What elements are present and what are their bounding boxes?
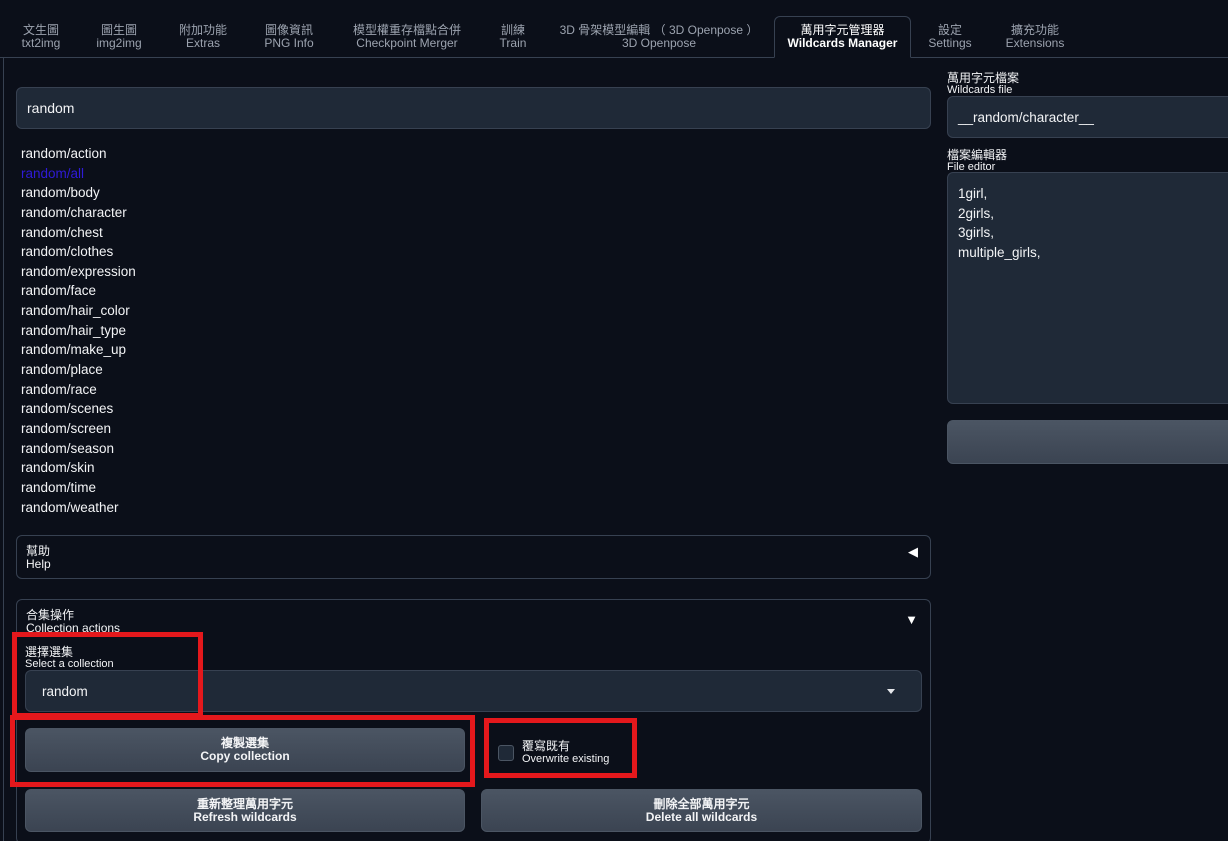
list-item[interactable]: random/action [21, 144, 421, 164]
help-accordion[interactable]: 幫助 Help ◀ [16, 535, 931, 579]
list-item[interactable]: random/hair_color [21, 301, 421, 321]
wildcard-search-input[interactable]: random [16, 87, 931, 129]
list-item[interactable]: random/weather [21, 498, 421, 518]
editor-label-zh: 檔案編輯器 [947, 148, 1008, 162]
file-label-zh: 萬用字元檔案 [947, 71, 1020, 85]
tab-img2img[interactable]: 圖生圖 img2img [90, 16, 148, 58]
tab-label-en: Extras [185, 36, 220, 50]
help-title: 幫助 Help [26, 545, 51, 571]
tab-3d-openpose[interactable]: 3D 骨架模型編輯 （ 3D Openpose ） 3D Openpose [558, 16, 760, 58]
list-item[interactable]: random/character [21, 203, 421, 223]
tab-train[interactable]: 訓練 Train [493, 16, 533, 58]
list-item[interactable]: random/place [21, 360, 421, 380]
wildcards-file-label: 萬用字元檔案 Wildcards file [947, 72, 1019, 96]
collapse-arrow-icon[interactable]: ◀ [908, 544, 918, 560]
highlight-box [12, 632, 203, 718]
tab-png-info[interactable]: 圖像資訊 PNG Info [258, 16, 320, 58]
tab-bar: 文生圖 txt2img 圖生圖 img2img 附加功能 Extras 圖像資訊… [0, 0, 1228, 58]
highlight-box [10, 715, 475, 787]
tab-extras[interactable]: 附加功能 Extras [172, 16, 234, 58]
caret-down-icon [887, 689, 895, 694]
help-title-en: Help [26, 557, 51, 571]
tab-label-en: PNG Info [264, 36, 314, 50]
tab-txt2img[interactable]: 文生圖 txt2img [16, 16, 66, 58]
button-label-zh: 刪除全部萬用字元 [653, 796, 750, 811]
button-label-en: Delete all wildcards [645, 809, 758, 824]
delete-all-wildcards-button[interactable]: 刪除全部萬用字元 Delete all wildcards [481, 789, 922, 832]
button-label-zh: 重新整理萬用字元 [196, 796, 293, 811]
list-item[interactable]: random/make_up [21, 340, 421, 360]
tab-label-en: Checkpoint Merger [356, 36, 458, 50]
tab-settings[interactable]: 設定 Settings [925, 16, 975, 58]
file-editor-label: 檔案編輯器 File editor [947, 149, 1007, 173]
list-item-selected[interactable]: random/all [21, 164, 421, 184]
list-item[interactable]: random/expression [21, 262, 421, 282]
wildcards-file-field[interactable]: __random/character__ [947, 96, 1228, 138]
tab-label-en: Settings [928, 36, 972, 50]
tab-checkpoint-merger[interactable]: 模型權重存檔點合併 Checkpoint Merger [344, 16, 470, 58]
list-item[interactable]: random/chest [21, 223, 421, 243]
search-input-value: random [27, 100, 75, 116]
list-item[interactable]: random/face [21, 281, 421, 301]
tab-wildcards-manager[interactable]: 萬用字元管理器 Wildcards Manager [774, 16, 911, 58]
file-field-value: __random/character__ [958, 109, 1094, 125]
tab-label-en: txt2img [21, 36, 61, 50]
list-item[interactable]: random/time [21, 478, 421, 498]
list-item[interactable]: random/race [21, 380, 421, 400]
list-item[interactable]: random/screen [21, 419, 421, 439]
list-item[interactable]: random/hair_type [21, 321, 421, 341]
list-item[interactable]: random/skin [21, 458, 421, 478]
tab-label-en: img2img [96, 36, 142, 50]
list-item[interactable]: random/scenes [21, 399, 421, 419]
expand-arrow-icon[interactable]: ▼ [905, 612, 918, 627]
tab-extensions[interactable]: 擴充功能 Extensions [1000, 16, 1070, 58]
tab-label-en: Extensions [1005, 36, 1065, 50]
tab-label-en: Train [499, 36, 527, 50]
list-item[interactable]: random/season [21, 439, 421, 459]
save-file-button[interactable] [947, 420, 1228, 464]
list-item[interactable]: random/body [21, 183, 421, 203]
wildcard-list: random/action random/all random/body ran… [21, 144, 421, 517]
file-label-en: Wildcards file [947, 84, 1013, 96]
file-editor-textarea[interactable]: 1girl, 2girls, 3girls, multiple_girls, [947, 172, 1228, 404]
tab-label-en: Wildcards Manager [787, 36, 898, 50]
list-item[interactable]: random/clothes [21, 242, 421, 262]
refresh-wildcards-button[interactable]: 重新整理萬用字元 Refresh wildcards [25, 789, 465, 832]
highlight-box [484, 718, 637, 778]
button-label-en: Refresh wildcards [193, 809, 297, 824]
tab-label-en: 3D Openpose [621, 36, 697, 50]
